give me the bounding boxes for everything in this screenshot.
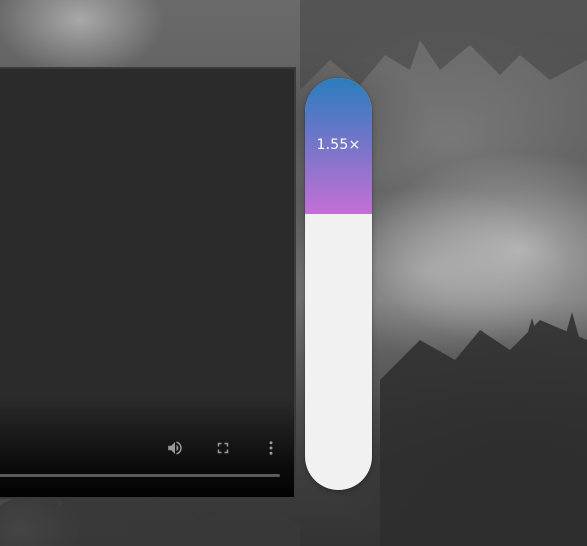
fullscreen-icon[interactable] xyxy=(214,439,232,457)
volume-icon[interactable] xyxy=(166,439,184,457)
playback-speed-slider[interactable]: 1.55× xyxy=(305,78,372,490)
progress-bar[interactable] xyxy=(0,474,280,477)
fullscreen-glyph xyxy=(217,442,229,454)
volume-glyph xyxy=(168,441,182,455)
speed-value-label: 1.55× xyxy=(316,137,361,153)
more-glyph xyxy=(269,441,273,455)
player-controls xyxy=(0,427,294,497)
more-vertical-icon[interactable] xyxy=(262,439,280,457)
video-player[interactable] xyxy=(0,67,296,499)
